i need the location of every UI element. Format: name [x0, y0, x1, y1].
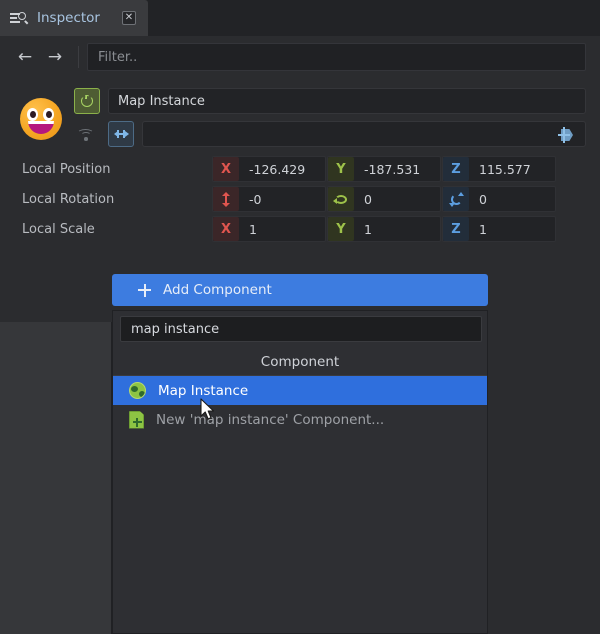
globe-icon — [129, 382, 146, 399]
list-item-label: New 'map instance' Component... — [156, 411, 385, 428]
rotation-pitch-field[interactable]: -0 — [212, 186, 326, 212]
axis-y-badge: Y — [328, 217, 354, 241]
rotation-roll-field[interactable]: 0 — [442, 186, 556, 212]
filter-input[interactable] — [87, 43, 586, 71]
left-side-panel — [0, 322, 112, 634]
power-toggle-icon[interactable] — [74, 88, 100, 114]
forward-button[interactable]: → — [40, 42, 70, 72]
axis-z-badge: Z — [443, 157, 469, 181]
toolbar-divider — [78, 46, 79, 68]
scale-y-value: 1 — [364, 221, 372, 237]
yaw-arrow-icon — [328, 187, 354, 211]
tab-label: Inspector — [37, 10, 100, 26]
transform-row-rotation: Local Rotation -0 0 0 — [0, 186, 600, 212]
dropdown-header: Component — [113, 349, 487, 376]
position-x-field[interactable]: X -126.429 — [212, 156, 326, 182]
position-z-value: 115.577 — [479, 161, 531, 177]
back-button[interactable]: ← — [10, 42, 40, 72]
row-label: Local Rotation — [22, 191, 115, 207]
wifi-icon — [76, 126, 96, 142]
add-component-label: Add Component — [163, 282, 272, 298]
list-item-label: Map Instance — [158, 382, 249, 399]
position-z-field[interactable]: Z 115.577 — [442, 156, 556, 182]
transform-row-scale: Local Scale X 1 Y 1 Z 1 — [0, 216, 600, 242]
axis-x-badge: X — [213, 157, 239, 181]
position-x-value: -126.429 — [249, 161, 306, 177]
roll-arrow-icon — [443, 187, 469, 211]
rotation-pitch-value: -0 — [249, 191, 262, 207]
scale-y-field[interactable]: Y 1 — [327, 216, 441, 242]
inspector-window: Inspector ✕ ← → Map Instance — [0, 0, 600, 634]
scale-z-field[interactable]: Z 1 — [442, 216, 556, 242]
new-document-icon — [129, 410, 144, 429]
rotation-yaw-field[interactable]: 0 — [327, 186, 441, 212]
navigation-toolbar: ← → — [0, 36, 600, 78]
row-label: Local Position — [22, 161, 111, 177]
object-name-field[interactable]: Map Instance — [108, 88, 586, 114]
transform-section: Local Position X -126.429 Y -187.531 Z 1… — [0, 154, 600, 242]
scale-x-field[interactable]: X 1 — [212, 216, 326, 242]
pitch-arrow-icon — [213, 187, 239, 211]
add-component-button[interactable]: Add Component — [112, 274, 488, 306]
list-item-map-instance[interactable]: Map Instance — [113, 376, 487, 405]
axis-x-badge: X — [213, 217, 239, 241]
rotation-roll-value: 0 — [479, 191, 487, 207]
scale-z-value: 1 — [479, 221, 487, 237]
rotation-yaw-value: 0 — [364, 191, 372, 207]
position-y-field[interactable]: Y -187.531 — [327, 156, 441, 182]
list-item-new-component[interactable]: New 'map instance' Component... — [113, 405, 487, 434]
add-tag-icon[interactable] — [558, 126, 579, 144]
object-tag-field[interactable] — [142, 121, 586, 147]
inspector-search-icon — [10, 11, 29, 25]
smiley-emoji-avatar — [20, 98, 62, 140]
axis-y-badge: Y — [328, 157, 354, 181]
tab-strip: Inspector ✕ — [0, 0, 600, 36]
component-search-input[interactable]: map instance — [120, 316, 482, 342]
close-icon[interactable]: ✕ — [122, 11, 136, 25]
row-label: Local Scale — [22, 221, 95, 237]
right-side-panel — [488, 322, 600, 634]
axis-z-badge: Z — [443, 217, 469, 241]
transform-row-position: Local Position X -126.429 Y -187.531 Z 1… — [0, 156, 600, 182]
object-header: Map Instance — [0, 78, 600, 154]
tab-inspector[interactable]: Inspector ✕ — [0, 0, 148, 36]
plus-icon — [138, 283, 151, 297]
position-y-value: -187.531 — [364, 161, 421, 177]
link-resize-icon[interactable] — [108, 121, 134, 147]
component-dropdown: map instance Component Map Instance New … — [112, 310, 488, 634]
scale-x-value: 1 — [249, 221, 257, 237]
